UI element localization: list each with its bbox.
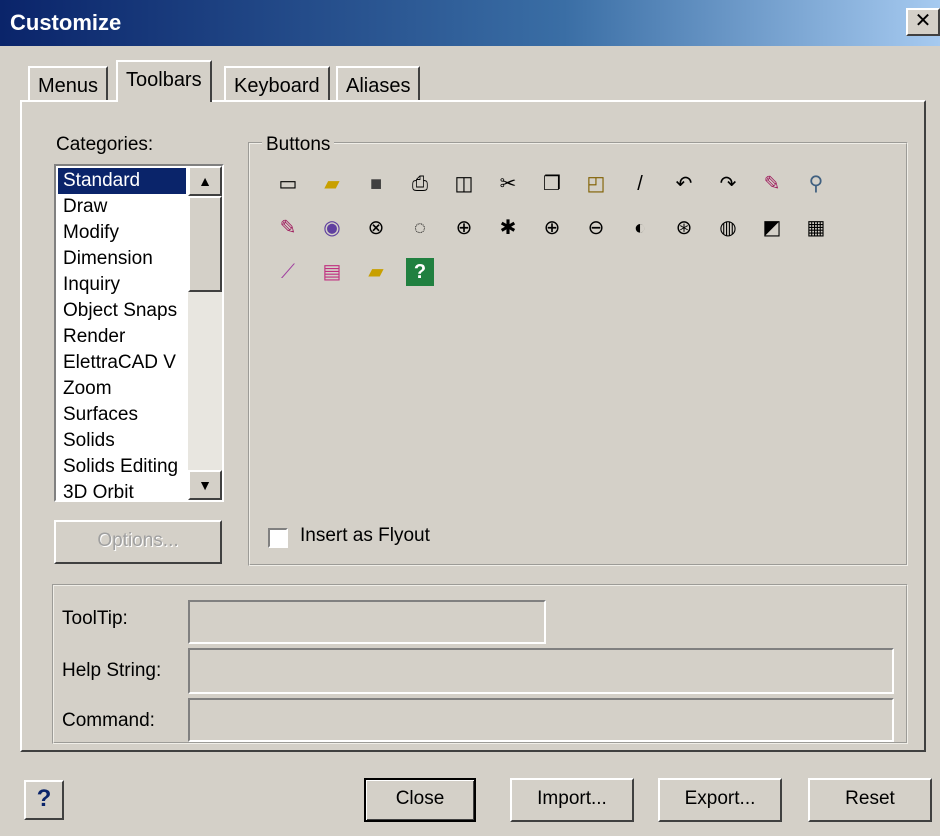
zoom-star-icon[interactable]: ✱ bbox=[494, 214, 522, 242]
tab-keyboard[interactable]: Keyboard bbox=[224, 66, 330, 100]
zoom-realtime-icon[interactable]: ⚲ bbox=[802, 170, 830, 198]
zoom-center-icon[interactable]: ⊛ bbox=[670, 214, 698, 242]
layer-color-icon[interactable]: ▤ bbox=[318, 258, 346, 286]
new-icon[interactable]: ▭ bbox=[274, 170, 302, 198]
tab-aliases[interactable]: Aliases bbox=[336, 66, 421, 100]
categories-label: Categories: bbox=[56, 134, 154, 155]
help-string-field[interactable] bbox=[188, 648, 894, 694]
close-window-button[interactable]: ✕ bbox=[906, 8, 940, 36]
scroll-thumb[interactable] bbox=[188, 196, 222, 292]
arrow-up-icon: ▲ bbox=[198, 173, 212, 189]
close-button[interactable]: Close bbox=[364, 778, 476, 822]
insert-as-flyout-checkbox[interactable] bbox=[268, 528, 288, 548]
zoom-plus-icon[interactable]: ⊕ bbox=[538, 214, 566, 242]
reset-button[interactable]: Reset bbox=[808, 778, 932, 822]
zoom-d-icon[interactable]: ◐ bbox=[626, 214, 654, 242]
folder-icon[interactable]: ▰ bbox=[362, 258, 390, 286]
list-item[interactable]: Solids Editing bbox=[58, 454, 186, 480]
list-item[interactable]: Zoom bbox=[58, 376, 186, 402]
import-button[interactable]: Import... bbox=[510, 778, 634, 822]
options-button[interactable]: Options... bbox=[54, 520, 222, 564]
buttons-group bbox=[248, 142, 908, 566]
list-item[interactable]: Render bbox=[58, 324, 186, 350]
preview-icon[interactable]: ◫ bbox=[450, 170, 478, 198]
list-item[interactable]: Object Snaps bbox=[58, 298, 186, 324]
help-icon[interactable]: ? bbox=[406, 258, 434, 286]
properties-brush-icon[interactable]: ⟋ bbox=[274, 258, 302, 286]
tab-toolbars[interactable]: Toolbars bbox=[116, 60, 212, 102]
match-properties-icon[interactable]: / bbox=[626, 170, 654, 198]
open-icon[interactable]: ▰ bbox=[318, 170, 346, 198]
zoom-in-small-icon[interactable]: ⊕ bbox=[450, 214, 478, 242]
paste-icon[interactable]: ◰ bbox=[582, 170, 610, 198]
insert-as-flyout-label: Insert as Flyout bbox=[300, 525, 430, 546]
list-item[interactable]: Modify bbox=[58, 220, 186, 246]
list-item[interactable]: Draw bbox=[58, 194, 186, 220]
close-icon: ✕ bbox=[914, 10, 932, 32]
save-icon[interactable]: ■ bbox=[362, 170, 390, 198]
list-item[interactable]: Inquiry bbox=[58, 272, 186, 298]
zoom-window-icon[interactable]: ◉ bbox=[318, 214, 346, 242]
categories-scrollbar[interactable]: ▲ ▼ bbox=[188, 166, 222, 500]
copy-icon[interactable]: ❐ bbox=[538, 170, 566, 198]
named-views-icon[interactable]: ◩ bbox=[758, 214, 786, 242]
command-field[interactable] bbox=[188, 698, 894, 742]
buttons-group-label: Buttons bbox=[262, 134, 335, 156]
zoom-circle-icon[interactable]: ◌ bbox=[406, 214, 434, 242]
help-string-label: Help String: bbox=[62, 660, 162, 681]
scroll-down-button[interactable]: ▼ bbox=[188, 470, 222, 500]
zoom-extents-icon[interactable]: ◍ bbox=[714, 214, 742, 242]
zoom-minus-icon[interactable]: ⊖ bbox=[582, 214, 610, 242]
tooltip-label: ToolTip: bbox=[62, 608, 128, 629]
list-item[interactable]: Standard bbox=[58, 168, 186, 194]
print-icon[interactable]: ⎙ bbox=[406, 170, 434, 198]
ucs-icon[interactable]: ▦ bbox=[802, 214, 830, 242]
help-button[interactable]: ? bbox=[24, 780, 64, 820]
tooltip-field[interactable] bbox=[188, 600, 546, 644]
cut-icon[interactable]: ✂ bbox=[494, 170, 522, 198]
title-bar: Customize ✕ bbox=[0, 0, 940, 46]
list-item[interactable]: ElettraCAD V bbox=[58, 350, 186, 376]
categories-listbox[interactable]: Standard Draw Modify Dimension Inquiry O… bbox=[54, 164, 224, 503]
zoom-x-icon[interactable]: ⊗ bbox=[362, 214, 390, 242]
list-item[interactable]: Surfaces bbox=[58, 402, 186, 428]
list-item[interactable]: Dimension bbox=[58, 246, 186, 272]
list-item[interactable]: 3D Orbit bbox=[58, 480, 186, 506]
export-button[interactable]: Export... bbox=[658, 778, 782, 822]
tab-menus[interactable]: Menus bbox=[28, 66, 109, 100]
hyperlink-icon[interactable]: ✎ bbox=[758, 170, 786, 198]
redo-icon[interactable]: ↷ bbox=[714, 170, 742, 198]
window-title: Customize bbox=[10, 10, 122, 35]
arrow-down-icon: ▼ bbox=[198, 477, 212, 493]
list-item[interactable]: Solids bbox=[58, 428, 186, 454]
insert-hyperlink-icon[interactable]: ✎ bbox=[274, 214, 302, 242]
undo-icon[interactable]: ↶ bbox=[670, 170, 698, 198]
command-label: Command: bbox=[62, 710, 155, 731]
scroll-up-button[interactable]: ▲ bbox=[188, 166, 222, 196]
